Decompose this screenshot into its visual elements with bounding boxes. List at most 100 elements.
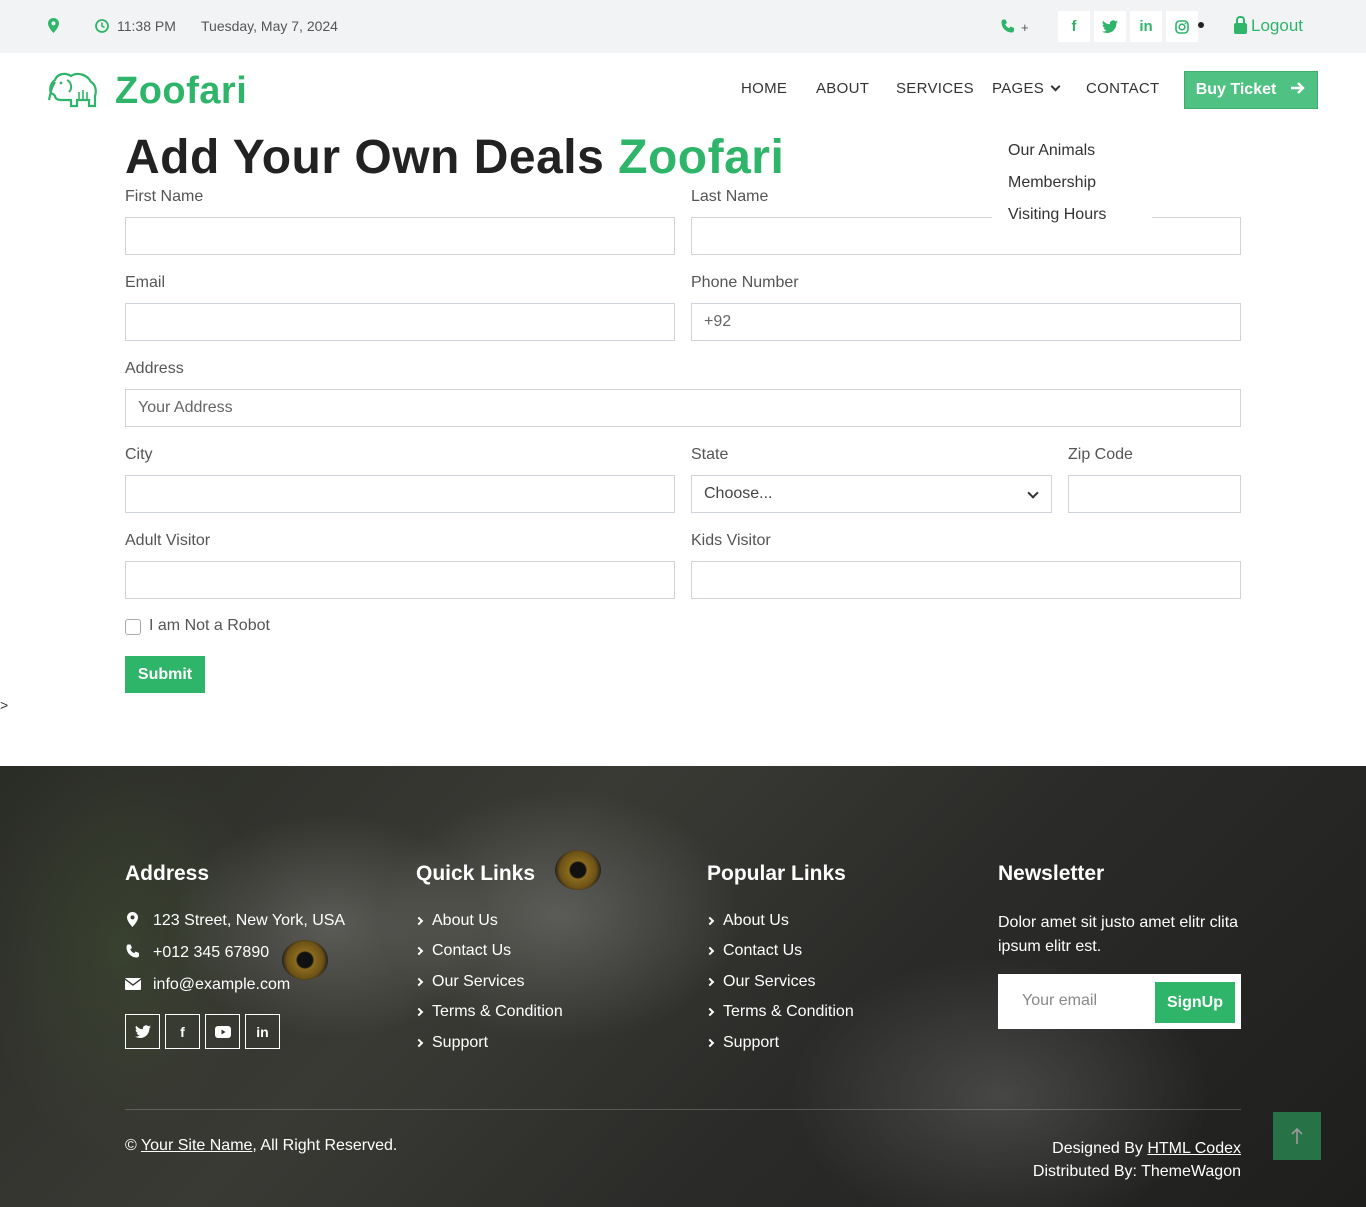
envelope-icon xyxy=(124,977,142,993)
address-field[interactable]: Your Address xyxy=(125,389,1241,427)
kids-visitor-field[interactable] xyxy=(691,561,1241,599)
facebook-icon[interactable]: f xyxy=(165,1014,200,1049)
quick-link[interactable]: Support xyxy=(414,1034,489,1052)
submit-button[interactable]: Submit xyxy=(125,656,205,693)
chevron-right-icon xyxy=(705,1007,715,1017)
youtube-icon[interactable] xyxy=(205,1014,240,1049)
designed-by-text: Designed By xyxy=(1052,1140,1143,1157)
first-name-label: First Name xyxy=(125,188,204,205)
email-field[interactable] xyxy=(125,303,675,341)
adult-visitor-field[interactable] xyxy=(125,561,675,599)
map-marker-icon xyxy=(125,912,139,930)
chevron-right-icon xyxy=(414,977,424,987)
background-lemur-eye xyxy=(282,940,328,980)
footer-phone-text: +012 345 67890 xyxy=(153,944,270,961)
robot-checkbox[interactable] xyxy=(125,619,141,635)
state-select[interactable]: Choose... xyxy=(691,475,1052,513)
last-name-label: Last Name xyxy=(691,188,769,205)
phone-icon xyxy=(1000,19,1015,37)
nav-contact[interactable]: CONTACT xyxy=(1086,80,1159,97)
quick-link[interactable]: Our Services xyxy=(414,973,525,991)
popular-link-label: Contact Us xyxy=(723,942,803,959)
instagram-icon[interactable] xyxy=(1166,11,1198,42)
popular-link-label: Our Services xyxy=(723,973,816,990)
credits: Designed By HTML Codex Distributed By: T… xyxy=(1033,1137,1241,1183)
nav-home[interactable]: HOME xyxy=(741,80,787,97)
linkedin-icon[interactable]: in xyxy=(245,1014,280,1049)
robot-label: I am Not a Robot xyxy=(149,617,270,634)
quick-link[interactable]: Terms & Condition xyxy=(414,1003,563,1021)
quick-link-label: Support xyxy=(432,1034,489,1051)
first-name-field[interactable] xyxy=(125,217,675,255)
quick-link-label: Terms & Condition xyxy=(432,1003,563,1020)
twitter-icon[interactable] xyxy=(1094,11,1126,42)
facebook-icon[interactable]: f xyxy=(1058,11,1090,42)
quick-link-label: Our Services xyxy=(432,973,525,990)
quick-link-label: About Us xyxy=(432,912,498,929)
phone-field[interactable]: +92 xyxy=(691,303,1241,341)
lock-icon xyxy=(1234,15,1247,34)
footer-newsletter-title: Newsletter xyxy=(998,862,1105,885)
dropdown-item-membership[interactable]: Membership xyxy=(1008,174,1096,192)
phone-label: Phone Number xyxy=(691,274,799,291)
chevron-right-icon xyxy=(705,916,715,926)
address-placeholder: Your Address xyxy=(138,399,233,416)
footer-email: info@example.com xyxy=(124,976,291,994)
dropdown-item-visiting-hours[interactable]: Visiting Hours xyxy=(1008,206,1106,224)
nav-about[interactable]: ABOUT xyxy=(816,80,869,97)
title-accent: Zoofari xyxy=(618,131,785,184)
zip-field[interactable] xyxy=(1068,475,1241,513)
popular-link[interactable]: Terms & Condition xyxy=(705,1003,854,1021)
footer: Address 123 Street, New York, USA +012 3… xyxy=(0,766,1366,1207)
chevron-down-icon xyxy=(1050,81,1061,92)
footer-phone: +012 345 67890 xyxy=(125,944,269,962)
nav-services[interactable]: SERVICES xyxy=(896,80,974,97)
pages-dropdown-menu: Our Animals Membership Visiting Hours xyxy=(992,134,1152,236)
newsletter-email-input[interactable]: Your email xyxy=(1022,992,1097,1010)
elephant-icon xyxy=(47,70,99,113)
popular-link[interactable]: About Us xyxy=(705,912,789,930)
popular-link[interactable]: Support xyxy=(705,1034,780,1052)
logout-link[interactable]: Logout xyxy=(1234,15,1303,36)
site-name-link[interactable]: Your Site Name xyxy=(141,1137,252,1154)
state-label: State xyxy=(691,446,729,463)
city-label: City xyxy=(125,446,153,463)
nav-pages-label: PAGES xyxy=(992,80,1045,97)
popular-link-label: About Us xyxy=(723,912,789,929)
signup-button[interactable]: SignUp xyxy=(1155,982,1235,1023)
city-field[interactable] xyxy=(125,475,675,513)
popular-link[interactable]: Our Services xyxy=(705,973,816,991)
buy-ticket-button[interactable]: Buy Ticket xyxy=(1184,71,1318,109)
dropdown-item-our-animals[interactable]: Our Animals xyxy=(1008,142,1095,160)
linkedin-icon[interactable]: in xyxy=(1130,11,1162,42)
last-name-field[interactable] xyxy=(691,217,1241,255)
arrow-right-icon xyxy=(1290,81,1306,100)
chevron-right-icon xyxy=(705,946,715,956)
quick-link[interactable]: Contact Us xyxy=(414,942,512,960)
popular-link[interactable]: Contact Us xyxy=(705,942,803,960)
back-to-top-button[interactable] xyxy=(1273,1112,1321,1160)
phone-icon xyxy=(125,944,139,962)
footer-address-title: Address xyxy=(125,862,210,885)
newsletter-description: Dolor amet sit justo amet elitr clita ip… xyxy=(998,914,1239,955)
page-title: Add Your Own Deals Zoofari xyxy=(125,130,784,185)
popular-link-label: Support xyxy=(723,1034,780,1051)
footer-email-text: info@example.com xyxy=(153,976,291,993)
quick-link-label: Contact Us xyxy=(432,942,512,959)
chevron-right-icon xyxy=(705,977,715,987)
nav-pages[interactable]: PAGES xyxy=(992,80,1061,97)
footer-address-text: 123 Street, New York, USA xyxy=(153,912,346,929)
footer-popular-title: Popular Links xyxy=(707,862,846,885)
designer-link[interactable]: HTML Codex xyxy=(1147,1140,1241,1157)
brand-logo[interactable]: Zoofari xyxy=(47,70,247,113)
current-time: 11:38 PM xyxy=(117,18,176,34)
brand-name: Zoofari xyxy=(115,70,248,112)
footer-quick-title: Quick Links xyxy=(416,862,536,885)
background-lemur-eye xyxy=(555,850,601,890)
quick-link[interactable]: About Us xyxy=(414,912,498,930)
phone-text: + xyxy=(1021,20,1029,35)
map-marker-icon xyxy=(48,18,59,36)
top-bar: 11:38 PM Tuesday, May 7, 2024 + f in Log… xyxy=(0,0,1366,53)
popular-link-label: Terms & Condition xyxy=(723,1003,854,1020)
twitter-icon[interactable] xyxy=(125,1014,160,1049)
